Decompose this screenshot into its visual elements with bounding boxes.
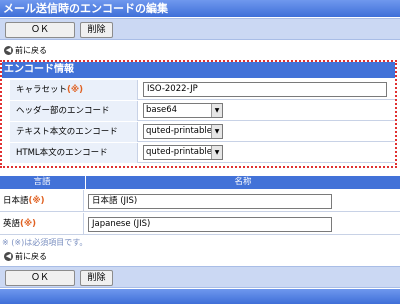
back-arrow-icon: ◀ — [4, 46, 13, 55]
encoding-section-header: エンコード情報 — [2, 62, 395, 78]
required-note: ※ (※)は必須項目です。 — [2, 238, 88, 247]
html-body-encoding-row: HTML本文のエンコード quted-printable ▼ — [10, 143, 395, 163]
charset-input[interactable]: ISO-2022-JP — [143, 82, 387, 97]
back-link[interactable]: ◀ 前に戻る — [4, 45, 47, 57]
top-button-bar: ＯＫ 削除 — [0, 18, 400, 40]
required-mark: (※) — [20, 219, 37, 229]
delete-button[interactable]: 削除 — [80, 270, 113, 286]
header-encoding-row: ヘッダー部のエンコード base64 ▼ — [10, 101, 395, 121]
ok-button[interactable]: ＯＫ — [5, 270, 75, 286]
bottom-button-bar: ＯＫ 削除 — [0, 266, 400, 288]
language-label: 日本語(※) — [0, 190, 84, 212]
dropdown-arrow-icon: ▼ — [211, 146, 222, 159]
ok-button[interactable]: ＯＫ — [5, 22, 75, 38]
header-encoding-label: ヘッダー部のエンコード — [10, 101, 138, 121]
name-column-header: 名称 — [85, 176, 400, 189]
text-body-encoding-label: テキスト本文のエンコード — [10, 122, 138, 142]
charset-label: キャラセット(※) — [10, 80, 138, 100]
back-arrow-icon: ◀ — [4, 252, 13, 261]
html-body-encoding-label: HTML本文のエンコード — [10, 143, 138, 163]
language-table-header: 言語 名称 — [0, 176, 400, 189]
back-link[interactable]: ◀ 前に戻る — [4, 251, 47, 263]
back-link-label: 前に戻る — [15, 46, 47, 55]
japanese-name-input[interactable]: 日本語 (JIS) — [88, 194, 332, 209]
english-name-input[interactable]: Japanese (JIS) — [88, 217, 332, 232]
header-encoding-select[interactable]: base64 ▼ — [143, 103, 223, 118]
text-body-encoding-row: テキスト本文のエンコード quted-printable ▼ — [10, 122, 395, 142]
table-row: 英語(※) Japanese (JIS) — [0, 213, 400, 235]
page-title: メール送信時のエンコードの編集 — [0, 0, 400, 17]
table-row: 日本語(※) 日本語 (JIS) — [0, 190, 400, 212]
encoding-section: エンコード情報 キャラセット(※) ISO-2022-JP ヘッダー部のエンコー… — [0, 60, 397, 168]
charset-row: キャラセット(※) ISO-2022-JP — [10, 80, 395, 100]
footer-bar — [0, 289, 400, 304]
dropdown-arrow-icon: ▼ — [211, 104, 222, 117]
required-mark: (※) — [28, 196, 45, 206]
html-body-encoding-select[interactable]: quted-printable ▼ — [143, 145, 223, 160]
back-link-label: 前に戻る — [15, 252, 47, 261]
language-column-header: 言語 — [33, 177, 51, 187]
dropdown-arrow-icon: ▼ — [211, 125, 222, 138]
required-mark: (※) — [67, 85, 84, 95]
text-body-encoding-select[interactable]: quted-printable ▼ — [143, 124, 223, 139]
language-label: 英語(※) — [0, 213, 84, 235]
delete-button[interactable]: 削除 — [80, 22, 113, 38]
